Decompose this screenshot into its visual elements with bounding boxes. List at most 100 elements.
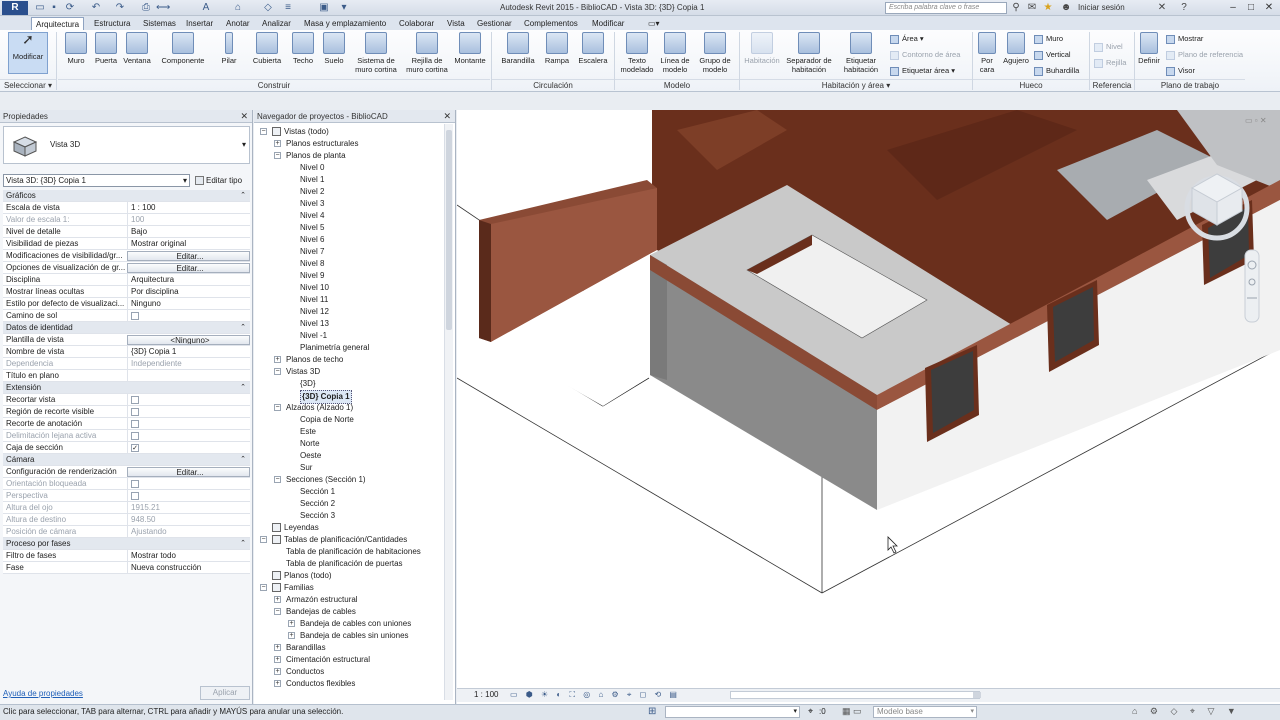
browser-item[interactable]: Sección 1 — [300, 486, 335, 498]
tab-masa[interactable]: Masa y emplazamiento — [300, 17, 390, 30]
property-row[interactable]: Escala de vista 1 : 100 — [3, 202, 250, 214]
nivel-button[interactable]: Nivel — [1094, 42, 1123, 52]
property-value[interactable]: Ninguno — [127, 298, 250, 309]
browser-item[interactable]: Nivel 3 — [300, 198, 324, 210]
browser-item[interactable]: Nivel 13 — [300, 318, 329, 330]
definir-button[interactable]: Definir — [1137, 32, 1161, 65]
rejilla-button[interactable]: Rejilla — [1094, 58, 1126, 68]
property-checkbox[interactable] — [131, 491, 139, 500]
property-value[interactable]: Por disciplina — [127, 286, 250, 297]
property-value[interactable]: {3D} Copia 1 — [127, 346, 250, 357]
tab-colaborar[interactable]: Colaborar — [395, 17, 438, 30]
thin-lines-icon[interactable]: ≡ — [282, 2, 294, 14]
visor-button[interactable]: Visor — [1166, 66, 1195, 76]
browser-item[interactable]: Vistas (todo) — [284, 126, 329, 138]
browser-item[interactable]: Nivel 0 — [300, 162, 324, 174]
montante-button[interactable]: Montante — [452, 32, 488, 65]
design-option-selector[interactable]: Modelo base ▾ — [873, 706, 977, 718]
browser-item[interactable]: Este — [300, 426, 316, 438]
collapse-icon[interactable]: − — [274, 476, 281, 483]
sync-icon[interactable]: ⟳ — [64, 2, 76, 14]
browser-item[interactable]: Leyendas — [284, 522, 319, 534]
property-value[interactable]: Bajo — [127, 226, 250, 237]
status-filter-icons[interactable]: ⌂ ⚙ ◇ ⌖ ▽ ▼ — [1132, 706, 1241, 717]
property-value[interactable]: Mostrar todo — [127, 550, 250, 561]
tab-arquitectura[interactable]: Arquitectura — [31, 17, 85, 30]
expand-icon[interactable]: + — [288, 632, 295, 639]
minimize-button[interactable]: – — [1226, 2, 1240, 14]
hueco-vertical-button[interactable]: Vertical — [1034, 50, 1071, 60]
collapse-icon[interactable]: − — [274, 368, 281, 375]
property-value[interactable] — [127, 370, 250, 381]
texto-modelado-button[interactable]: Texto modelado — [618, 32, 656, 74]
property-row[interactable]: Dependencia Independiente — [3, 358, 250, 370]
tab-analizar[interactable]: Analizar — [258, 17, 295, 30]
close-icon[interactable]: ✕ — [240, 110, 248, 123]
expand-icon[interactable]: + — [288, 620, 295, 627]
collapse-icon[interactable]: − — [260, 584, 267, 591]
property-value[interactable]: Mostrar original — [127, 238, 250, 249]
etiquetar-habitacion-button[interactable]: Etiquetar habitación — [838, 32, 884, 74]
habitacion-button[interactable]: Habitación — [741, 32, 783, 65]
property-row[interactable]: Caja de sección ✓ — [3, 442, 250, 454]
property-row[interactable]: Mostrar líneas ocultas Por disciplina — [3, 286, 250, 298]
tab-complementos[interactable]: Complementos — [520, 17, 582, 30]
browser-item[interactable]: Familias — [284, 582, 314, 594]
property-row[interactable]: Altura del ojo 1915.21 — [3, 502, 250, 514]
property-row[interactable]: Posición de cámara Ajustando — [3, 526, 250, 538]
property-row[interactable]: Nivel de detalle Bajo — [3, 226, 250, 238]
tab-vista[interactable]: Vista — [443, 17, 469, 30]
property-row[interactable]: Altura de destino 948.50 — [3, 514, 250, 526]
collapse-icon[interactable]: − — [274, 404, 281, 411]
3d-view-icon[interactable]: ⌂ — [232, 2, 244, 14]
collapse-icon[interactable]: − — [274, 152, 281, 159]
workset-icon[interactable]: ⊞ — [648, 706, 656, 717]
browser-item[interactable]: Armazón estructural — [286, 594, 358, 606]
browser-item[interactable]: Planos de planta — [286, 150, 346, 162]
property-row[interactable]: Fase Nueva construcción — [3, 562, 250, 574]
view-scale[interactable]: 1 : 100 — [474, 690, 498, 699]
save-icon[interactable]: ▪ — [48, 2, 60, 14]
property-value[interactable] — [127, 490, 250, 501]
property-row[interactable]: Disciplina Arquitectura — [3, 274, 250, 286]
browser-item[interactable]: Nivel 9 — [300, 270, 324, 282]
property-value[interactable] — [127, 478, 250, 489]
property-value[interactable] — [127, 430, 250, 441]
barandilla-button[interactable]: Barandilla — [496, 32, 540, 65]
property-row[interactable]: Recortar vista — [3, 394, 250, 406]
property-row[interactable]: Delimitación lejana activa — [3, 430, 250, 442]
star-icon[interactable]: ★ — [1042, 2, 1054, 14]
property-section[interactable]: Cámara ⌃ — [3, 454, 250, 466]
view-control-icons[interactable]: ▭ ⬢ ☀ ◐ ⛶ ◎ ⌂ ⚙ ⌖ ◻ ⟲ ▤ — [510, 690, 680, 700]
collapse-icon[interactable]: ⌃ — [240, 382, 246, 394]
signin-link[interactable]: Iniciar sesión — [1078, 3, 1125, 12]
property-value[interactable]: 100 — [127, 214, 250, 225]
browser-item[interactable]: Vistas 3D — [286, 366, 320, 378]
property-section[interactable]: Proceso por fases ⌃ — [3, 538, 250, 550]
view-window-controls[interactable]: ▭ ▫ ✕ — [1245, 116, 1267, 125]
collapse-icon[interactable]: ⌃ — [240, 190, 246, 202]
close-icon[interactable]: ✕ — [443, 110, 451, 123]
property-value[interactable] — [127, 394, 250, 405]
expand-icon[interactable]: + — [274, 644, 281, 651]
property-checkbox[interactable]: ✓ — [131, 443, 139, 452]
property-value[interactable] — [127, 418, 250, 429]
property-checkbox[interactable] — [131, 479, 139, 488]
expand-icon[interactable]: + — [274, 596, 281, 603]
suelo-button[interactable]: Suelo — [320, 32, 348, 65]
windows-icon[interactable]: ▣ — [318, 2, 330, 14]
browser-item[interactable]: Nivel 1 — [300, 174, 324, 186]
tab-estructura[interactable]: Estructura — [90, 17, 134, 30]
rejilla-cortina-button[interactable]: Rejilla de muro cortina — [404, 32, 450, 74]
browser-item[interactable]: Bandeja de cables con uniones — [300, 618, 411, 630]
expand-icon[interactable]: + — [274, 656, 281, 663]
property-value[interactable]: 948.50 — [127, 514, 250, 525]
print-icon[interactable]: ⎙ — [140, 2, 152, 14]
maximize-button[interactable]: □ — [1244, 2, 1258, 14]
area-button[interactable]: Área ▾ — [890, 34, 924, 44]
section-icon[interactable]: ◇ — [262, 2, 274, 14]
property-checkbox[interactable] — [131, 431, 139, 440]
help-icon[interactable]: ? — [1178, 2, 1190, 14]
revit-logo-button[interactable]: R — [2, 1, 28, 15]
property-edit-button[interactable]: Editar... — [127, 251, 250, 261]
